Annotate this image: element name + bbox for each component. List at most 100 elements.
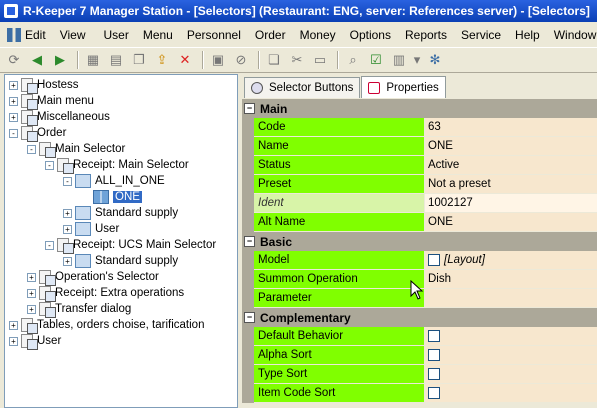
paste-icon[interactable]: ▭: [310, 50, 330, 70]
property-value[interactable]: [424, 327, 597, 346]
property-row[interactable]: Code 63: [242, 118, 597, 137]
property-checkbox[interactable]: [428, 254, 440, 266]
menu-service[interactable]: Service: [454, 24, 508, 46]
tab-properties[interactable]: Properties: [361, 76, 446, 98]
expand-toggle-icon[interactable]: +: [27, 288, 36, 298]
settings-icon[interactable]: ✻: [425, 50, 445, 70]
tree-node[interactable]: + User: [63, 221, 119, 237]
property-value[interactable]: [424, 365, 597, 384]
layout-icon[interactable]: ▥: [389, 50, 409, 70]
tree-view[interactable]: + Hostess + Main menu + Miscellaneous - Order - M…: [4, 74, 238, 408]
export-icon[interactable]: ⇪: [152, 50, 172, 70]
delete-icon[interactable]: ✕: [175, 50, 195, 70]
property-row[interactable]: Name ONE: [242, 137, 597, 156]
collapse-toggle-icon[interactable]: −: [244, 236, 255, 247]
expand-toggle-icon[interactable]: +: [63, 208, 72, 218]
expand-toggle-icon[interactable]: +: [27, 272, 36, 282]
property-row[interactable]: Status Active: [242, 156, 597, 175]
tree-node[interactable]: + Standard supply: [63, 205, 178, 221]
tree-node[interactable]: ONE: [81, 189, 142, 205]
property-checkbox[interactable]: [428, 387, 440, 399]
property-row[interactable]: Alt Name ONE: [242, 213, 597, 232]
tree-node[interactable]: - Receipt: Main Selector: [45, 157, 189, 174]
copy-icon[interactable]: ❐: [129, 50, 149, 70]
section-header-complementary[interactable]: − Complementary: [242, 308, 597, 327]
tree-node[interactable]: + Transfer dialog: [27, 301, 131, 318]
menu-options[interactable]: Options: [343, 24, 398, 46]
property-value[interactable]: Dish: [424, 270, 597, 289]
expand-toggle-icon[interactable]: -: [27, 144, 36, 154]
property-value[interactable]: Not a preset: [424, 175, 597, 194]
property-value[interactable]: [424, 384, 597, 403]
property-row[interactable]: Item Code Sort: [242, 384, 597, 403]
tree-node[interactable]: + Standard supply: [63, 253, 178, 269]
menu-user[interactable]: User: [96, 24, 135, 46]
expand-toggle-icon[interactable]: +: [9, 112, 18, 122]
tree-node[interactable]: - Order: [9, 125, 66, 142]
expand-toggle-icon[interactable]: +: [9, 336, 18, 346]
menu-edit[interactable]: Edit: [0, 24, 53, 46]
collapse-toggle-icon[interactable]: −: [244, 103, 255, 114]
expand-toggle-icon[interactable]: +: [63, 256, 72, 266]
section-header-main[interactable]: − Main: [242, 99, 597, 118]
save-icon[interactable]: ▣: [208, 50, 228, 70]
forward-icon[interactable]: ▶: [50, 50, 70, 70]
property-value[interactable]: Active: [424, 156, 597, 175]
tree-node[interactable]: - ALL_IN_ONE: [63, 173, 165, 189]
menu-order[interactable]: Order: [248, 24, 293, 46]
property-value[interactable]: ONE: [424, 137, 597, 156]
property-row[interactable]: Ident 1002127: [242, 194, 597, 213]
menu-reports[interactable]: Reports: [398, 24, 454, 46]
property-checkbox[interactable]: [428, 349, 440, 361]
property-value[interactable]: 63: [424, 118, 597, 137]
menu-personnel[interactable]: Personnel: [180, 24, 248, 46]
property-value[interactable]: [424, 289, 597, 308]
property-value[interactable]: [424, 346, 597, 365]
tree-node[interactable]: + Receipt: Extra operations: [27, 285, 184, 302]
property-value[interactable]: 1002127: [424, 194, 597, 213]
dropdown-icon[interactable]: ▾: [412, 50, 422, 70]
property-checkbox[interactable]: [428, 368, 440, 380]
cancel-icon[interactable]: ⊘: [231, 50, 251, 70]
expand-toggle-icon[interactable]: +: [63, 224, 72, 234]
grid-icon[interactable]: ▦: [83, 50, 103, 70]
menu-view[interactable]: View: [53, 24, 93, 46]
expand-toggle-icon[interactable]: +: [9, 80, 18, 90]
property-row[interactable]: Default Behavior: [242, 327, 597, 346]
tree-node[interactable]: + Main menu: [9, 93, 94, 110]
property-row[interactable]: Type Sort: [242, 365, 597, 384]
section-header-basic[interactable]: − Basic: [242, 232, 597, 251]
tree-node[interactable]: - Receipt: UCS Main Selector: [45, 237, 216, 254]
grid2-icon[interactable]: ▤: [106, 50, 126, 70]
tree-node[interactable]: - Main Selector: [27, 141, 125, 158]
tree-node[interactable]: + User: [9, 333, 61, 350]
expand-toggle-icon[interactable]: +: [9, 96, 18, 106]
expand-toggle-icon[interactable]: +: [27, 304, 36, 314]
expand-toggle-icon[interactable]: -: [45, 160, 54, 170]
back-icon[interactable]: ◀: [27, 50, 47, 70]
menu-window[interactable]: Window: [547, 24, 597, 46]
collapse-toggle-icon[interactable]: −: [244, 312, 255, 323]
property-row[interactable]: Alpha Sort: [242, 346, 597, 365]
property-checkbox[interactable]: [428, 330, 440, 342]
copy2-icon[interactable]: ❏: [264, 50, 284, 70]
expand-toggle-icon[interactable]: -: [63, 176, 72, 186]
cut-icon[interactable]: ✂: [287, 50, 307, 70]
property-value[interactable]: ONE: [424, 213, 597, 232]
menu-help[interactable]: Help: [508, 24, 547, 46]
tree-node[interactable]: + Hostess: [9, 77, 79, 94]
menu-money[interactable]: Money: [293, 24, 343, 46]
find-icon[interactable]: ⌕: [343, 50, 363, 70]
expand-toggle-icon[interactable]: -: [9, 128, 18, 138]
property-row[interactable]: Preset Not a preset: [242, 175, 597, 194]
refresh-icon[interactable]: ⟳: [4, 50, 24, 70]
tab-selector-buttons[interactable]: Selector Buttons: [244, 77, 361, 98]
tree-node[interactable]: + Operation's Selector: [27, 269, 159, 286]
property-row[interactable]: Model [Layout]: [242, 251, 597, 270]
tree-node[interactable]: + Tables, orders choise, tarification: [9, 317, 204, 334]
menu-menu[interactable]: Menu: [136, 24, 180, 46]
property-value[interactable]: [Layout]: [424, 251, 597, 270]
check-icon[interactable]: ☑: [366, 50, 386, 70]
expand-toggle-icon[interactable]: +: [9, 320, 18, 330]
expand-toggle-icon[interactable]: -: [45, 240, 54, 250]
